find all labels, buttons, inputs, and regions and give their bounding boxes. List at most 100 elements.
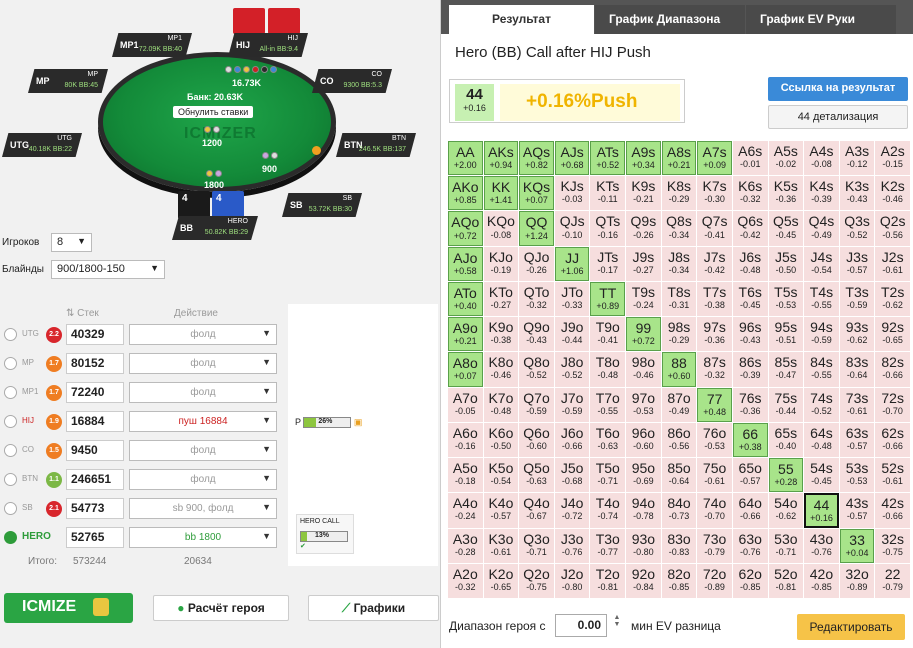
hand-cell[interactable]: Q3o -0.71 bbox=[519, 528, 554, 563]
hand-cell[interactable]: 74s -0.52 bbox=[804, 387, 839, 422]
detail-button[interactable]: 44 детализация bbox=[768, 105, 908, 129]
hand-cell[interactable]: A6s -0.01 bbox=[732, 141, 768, 176]
hand-cell[interactable]: K6o -0.50 bbox=[483, 422, 519, 458]
hand-cell[interactable]: J2o -0.80 bbox=[554, 563, 590, 598]
hero-radio[interactable] bbox=[4, 444, 17, 457]
hand-cell[interactable]: J7o -0.59 bbox=[554, 387, 590, 422]
tab-range-graph[interactable]: График Диапазона bbox=[595, 5, 745, 34]
hand-cell[interactable]: J9s -0.27 bbox=[626, 246, 661, 281]
hand-cell[interactable]: 86s -0.39 bbox=[732, 352, 768, 387]
hand-cell[interactable]: AA +2.00 bbox=[448, 141, 483, 176]
hand-cell[interactable]: J7s -0.42 bbox=[697, 246, 732, 281]
hand-cell[interactable]: J6s -0.48 bbox=[732, 246, 768, 281]
hand-cell[interactable]: J5s -0.50 bbox=[768, 246, 804, 281]
hand-cell[interactable]: K2s -0.46 bbox=[875, 176, 910, 211]
hand-cell[interactable]: K4o -0.57 bbox=[483, 493, 519, 528]
seat-mp[interactable]: MP MP 80K BB:45 bbox=[28, 69, 108, 93]
hand-cell[interactable]: K5o -0.54 bbox=[483, 458, 519, 493]
hand-cell[interactable]: KQs +0.07 bbox=[519, 176, 554, 211]
result-link-button[interactable]: Ссылка на результат bbox=[768, 77, 908, 101]
players-count-select[interactable]: 8 ▼ bbox=[51, 233, 92, 252]
hand-cell[interactable]: KJo -0.19 bbox=[483, 246, 519, 281]
hand-cell[interactable]: 52s -0.61 bbox=[875, 458, 910, 493]
hand-cell[interactable]: 76o -0.53 bbox=[697, 422, 732, 458]
hand-cell[interactable]: 86o -0.56 bbox=[661, 422, 697, 458]
hand-cell[interactable]: 75s -0.44 bbox=[768, 387, 804, 422]
hand-cell[interactable]: A5s -0.02 bbox=[768, 141, 804, 176]
hand-cell[interactable]: 83s -0.64 bbox=[839, 352, 875, 387]
stack-input[interactable]: 40329 bbox=[66, 324, 124, 345]
hand-cell[interactable]: A2s -0.15 bbox=[875, 141, 910, 176]
hand-cell[interactable]: JTo -0.33 bbox=[554, 281, 590, 317]
hand-cell[interactable]: 53o -0.71 bbox=[768, 528, 804, 563]
stack-column-header[interactable]: ⇅ Стек bbox=[66, 308, 99, 319]
hand-cell[interactable]: K7s -0.30 bbox=[697, 176, 732, 211]
hand-cell[interactable]: J4o -0.72 bbox=[554, 493, 590, 528]
hand-cell[interactable]: Q7s -0.41 bbox=[697, 211, 732, 246]
hand-cell[interactable]: 94o -0.78 bbox=[626, 493, 661, 528]
hand-cell[interactable]: 85o -0.64 bbox=[661, 458, 697, 493]
hand-cell[interactable]: 33 +0.04 bbox=[839, 528, 875, 563]
hand-cell[interactable]: AJo +0.58 bbox=[448, 246, 483, 281]
hand-cell[interactable]: 32s -0.75 bbox=[875, 528, 910, 563]
hand-cell[interactable]: A3s -0.12 bbox=[839, 141, 875, 176]
hand-cell[interactable]: AQs +0.82 bbox=[519, 141, 554, 176]
seat-co[interactable]: CO CO 9300 BB:5.3 bbox=[312, 69, 392, 93]
hand-cell[interactable]: QJs -0.10 bbox=[554, 211, 590, 246]
hand-cell[interactable]: A8s +0.21 bbox=[661, 141, 697, 176]
stepper-icon[interactable]: ▲ ▼ bbox=[611, 614, 623, 637]
tab-result[interactable]: Результат bbox=[449, 5, 594, 34]
hand-cell[interactable]: 62s -0.66 bbox=[875, 422, 910, 458]
hand-cell[interactable]: A6o -0.16 bbox=[448, 422, 483, 458]
ev-threshold-input[interactable]: 0.00 bbox=[555, 614, 607, 637]
hand-cell[interactable]: 95s -0.51 bbox=[768, 317, 804, 352]
hand-cell[interactable]: 42o -0.85 bbox=[804, 563, 839, 598]
hand-cell[interactable]: T5s -0.53 bbox=[768, 281, 804, 317]
hand-cell[interactable]: K3o -0.61 bbox=[483, 528, 519, 563]
hand-cell[interactable]: J8o -0.52 bbox=[554, 352, 590, 387]
hand-cell[interactable]: T6o -0.63 bbox=[590, 422, 626, 458]
hand-cell[interactable]: T9o -0.41 bbox=[590, 317, 626, 352]
hand-cell[interactable]: T2o -0.81 bbox=[590, 563, 626, 598]
hand-cell[interactable]: QJo -0.26 bbox=[519, 246, 554, 281]
hand-cell[interactable]: T9s -0.24 bbox=[626, 281, 661, 317]
hand-cell[interactable]: K8s -0.29 bbox=[661, 176, 697, 211]
hand-cell[interactable]: 87o -0.49 bbox=[661, 387, 697, 422]
hand-cell[interactable]: ATo +0.40 bbox=[448, 281, 483, 317]
hand-cell[interactable]: A3o -0.28 bbox=[448, 528, 483, 563]
hand-cell[interactable]: Q9s -0.26 bbox=[626, 211, 661, 246]
edit-button[interactable]: Редактировать bbox=[797, 614, 905, 640]
hand-cell[interactable]: 82o -0.85 bbox=[661, 563, 697, 598]
hand-cell[interactable]: 98o -0.46 bbox=[626, 352, 661, 387]
hand-cell[interactable]: 54o -0.62 bbox=[768, 493, 804, 528]
hand-cell[interactable]: 63s -0.57 bbox=[839, 422, 875, 458]
hand-cell[interactable]: 85s -0.47 bbox=[768, 352, 804, 387]
tab-ev-graph[interactable]: График EV Руки bbox=[746, 5, 896, 34]
hand-cell[interactable]: J8s -0.34 bbox=[661, 246, 697, 281]
hand-cell[interactable]: TT +0.89 bbox=[590, 281, 626, 317]
hand-cell[interactable]: J6o -0.66 bbox=[554, 422, 590, 458]
hand-cell[interactable]: Q4o -0.67 bbox=[519, 493, 554, 528]
hand-cell[interactable]: K9s -0.21 bbox=[626, 176, 661, 211]
hand-cell[interactable]: 53s -0.53 bbox=[839, 458, 875, 493]
hand-cell[interactable]: A7s +0.09 bbox=[697, 141, 732, 176]
hand-cell[interactable]: T3o -0.77 bbox=[590, 528, 626, 563]
hand-cell[interactable]: 92o -0.84 bbox=[626, 563, 661, 598]
hand-cell[interactable]: 66 +0.38 bbox=[732, 422, 768, 458]
hand-cell[interactable]: T6s -0.45 bbox=[732, 281, 768, 317]
hand-cell[interactable]: 93s -0.62 bbox=[839, 317, 875, 352]
hand-cell[interactable]: 93o -0.80 bbox=[626, 528, 661, 563]
graphs-button[interactable]: ⟋ Графики bbox=[308, 595, 439, 621]
hero-radio[interactable] bbox=[4, 531, 17, 544]
hand-cell[interactable]: KTs -0.11 bbox=[590, 176, 626, 211]
hand-cell[interactable]: K5s -0.36 bbox=[768, 176, 804, 211]
hand-cell[interactable]: AKs +0.94 bbox=[483, 141, 519, 176]
hand-cell[interactable]: A2o -0.32 bbox=[448, 563, 483, 598]
hand-cell[interactable]: T8o -0.48 bbox=[590, 352, 626, 387]
hand-cell[interactable]: T3s -0.59 bbox=[839, 281, 875, 317]
hand-cell[interactable]: JTs -0.17 bbox=[590, 246, 626, 281]
action-select[interactable]: фолд ▼ bbox=[129, 382, 277, 403]
hand-cell[interactable]: K6s -0.32 bbox=[732, 176, 768, 211]
seat-btn[interactable]: BTN BTN 246.5K BB:137 bbox=[336, 133, 416, 157]
hand-cell[interactable]: 63o -0.76 bbox=[732, 528, 768, 563]
